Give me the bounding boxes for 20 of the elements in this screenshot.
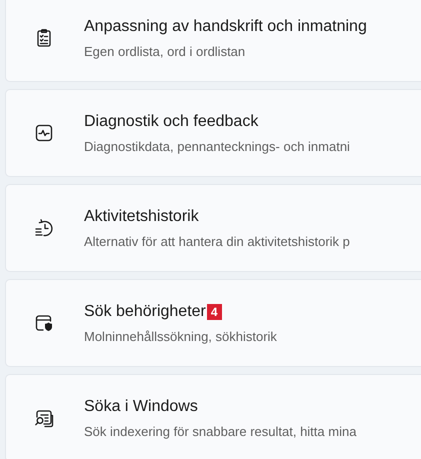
- pulse-icon: [34, 123, 54, 143]
- history-list-icon: [34, 218, 54, 238]
- number-badge: 4: [206, 304, 222, 320]
- card-subtitle: Alternativ för att hantera din aktivitetshistorik p: [84, 232, 350, 251]
- settings-card[interactable]: Anpassning av handskrift och inmatning Egen ordlista, ord i ordlistan: [5, 0, 421, 82]
- card-subtitle: Sök indexering för snabbare resultat, hitta mina: [84, 422, 356, 441]
- settings-card[interactable]: Sök behörigheter 4 Molninnehållssökning, sökhistorik: [5, 279, 421, 367]
- card-title: Sök behörigheter: [84, 302, 206, 322]
- window-shield-icon: [34, 313, 54, 333]
- card-subtitle: Egen ordlista, ord i ordlistan: [84, 42, 246, 61]
- card-title: Söka i Windows: [84, 396, 198, 417]
- settings-card[interactable]: Aktivitetshistorik Alternativ för att hantera din aktivitetshistorik p: [5, 184, 421, 272]
- card-title: Diagnostik och feedback: [84, 112, 258, 132]
- settings-card[interactable]: Diagnostik och feedback Diagnostikdata, pennantecknings- och inmatni: [5, 89, 421, 177]
- card-subtitle: Molninnehållssökning, sökhistorik: [84, 328, 277, 346]
- card-title: Anpassning av handskrift och inmatning: [84, 16, 367, 37]
- search-document-icon: [34, 408, 54, 428]
- card-title: Aktivitetshistorik: [84, 206, 199, 227]
- card-subtitle: Diagnostikdata, pennantecknings- och inmatni: [84, 138, 350, 156]
- settings-card[interactable]: Söka i Windows Sök indexering för snabbare resultat, hitta mina: [5, 374, 421, 459]
